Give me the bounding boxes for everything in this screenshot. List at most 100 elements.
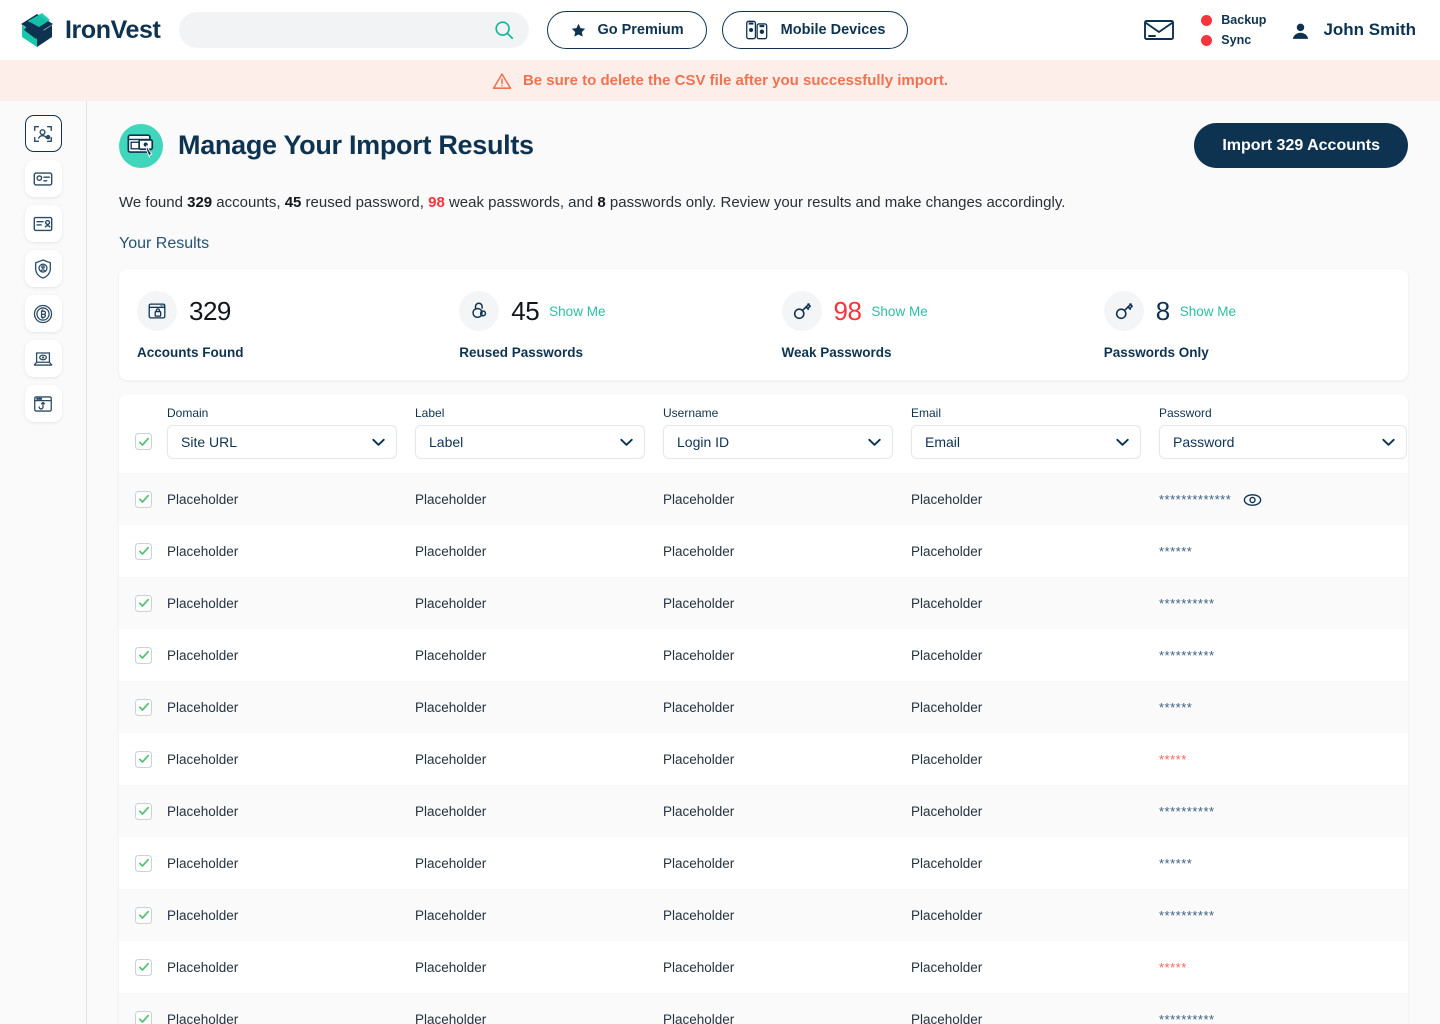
summary-prefix: We found (119, 194, 188, 211)
row-checkbox[interactable] (135, 646, 152, 664)
row-checkbox[interactable] (135, 542, 152, 560)
sidebar-item-monitoring[interactable] (24, 340, 62, 377)
stat-show-me-link[interactable]: Show Me (1180, 304, 1236, 319)
table-row[interactable]: Placeholder Placeholder Placeholder Placeho… (119, 473, 1408, 525)
row-checkbox[interactable] (135, 958, 152, 976)
cell-email: Placeholder (911, 907, 983, 923)
cell-label: Placeholder (415, 595, 487, 611)
cell-label: Placeholder (415, 855, 487, 871)
cell-label: Placeholder (415, 803, 487, 819)
cell-email: Placeholder (911, 855, 983, 871)
cell-username: Placeholder (663, 647, 735, 663)
results-section-label: Your Results (119, 235, 210, 252)
row-checkbox[interactable] (135, 854, 152, 872)
sidebar-item-protection[interactable] (24, 250, 62, 287)
cell-email: Placeholder (911, 595, 983, 611)
stat-label: Weak Passwords (781, 345, 892, 360)
table-row[interactable]: Placeholder Placeholder Placeholder Placeho… (119, 837, 1408, 889)
cell-label: Placeholder (415, 699, 487, 715)
password-mask: ********** (1159, 907, 1215, 923)
cell-username: Placeholder (663, 1011, 735, 1024)
select-all-checkbox[interactable] (135, 433, 152, 450)
stat-value: 98 (833, 295, 862, 326)
status-dot-icon (1201, 14, 1213, 26)
table-row[interactable]: Placeholder Placeholder Placeholder Placeho… (119, 993, 1408, 1024)
table-row[interactable]: Placeholder Placeholder Placeholder Placeho… (119, 889, 1408, 941)
row-checkbox-cell (135, 594, 167, 612)
password-mapping-select[interactable]: Password (1159, 425, 1407, 459)
row-checkbox-cell (135, 490, 167, 508)
browser-phishing-icon (32, 393, 54, 415)
go-premium-button[interactable]: Go Premium (547, 11, 707, 49)
cell-domain: Placeholder (167, 959, 239, 975)
row-checkbox-cell (135, 906, 167, 924)
sidebar-item-crypto[interactable] (24, 295, 62, 332)
table-row[interactable]: Placeholder Placeholder Placeholder Placeho… (119, 733, 1408, 785)
cell-label: Placeholder (415, 491, 487, 507)
table-row[interactable]: Placeholder Placeholder Placeholder Placeho… (119, 629, 1408, 681)
row-checkbox[interactable] (135, 750, 152, 768)
password-mask: ********** (1159, 647, 1215, 663)
search-input[interactable] (197, 22, 494, 38)
domain-mapping-select[interactable]: Site URL (167, 425, 397, 459)
row-checkbox-cell (135, 1010, 167, 1024)
table-row[interactable]: Placeholder Placeholder Placeholder Placeho… (119, 577, 1408, 629)
row-checkbox[interactable] (135, 698, 152, 716)
table-row[interactable]: Placeholder Placeholder Placeholder Placeho… (119, 785, 1408, 837)
mail-icon[interactable] (1143, 18, 1175, 42)
summary-mid1: accounts, (212, 194, 285, 211)
table-body: Placeholder Placeholder Placeholder Placeho… (119, 473, 1408, 1024)
cell-password: ****** (1159, 544, 1407, 559)
row-checkbox[interactable] (135, 490, 152, 508)
summary-suffix: passwords only. Review your results and … (605, 194, 1066, 211)
sidebar-item-phishing[interactable] (24, 385, 62, 422)
sidebar-item-cards[interactable] (24, 160, 62, 197)
stat-label: Passwords Only (1103, 345, 1209, 360)
cell-domain: Placeholder (167, 855, 239, 871)
table-row[interactable]: Placeholder Placeholder Placeholder Placeho… (119, 941, 1408, 993)
ironvest-logo-icon (18, 11, 56, 49)
cell-domain: Placeholder (167, 543, 239, 559)
status-sync[interactable]: Sync (1201, 33, 1266, 47)
stat-show-me-link[interactable]: Show Me (871, 304, 927, 319)
row-checkbox[interactable] (135, 802, 152, 820)
row-checkbox[interactable] (135, 594, 152, 612)
table-row[interactable]: Placeholder Placeholder Placeholder Placeho… (119, 525, 1408, 577)
chevron-down-icon (620, 438, 633, 447)
row-checkbox[interactable] (135, 906, 152, 924)
import-accounts-button[interactable]: Import 329 Accounts (1194, 123, 1408, 168)
search-bar[interactable] (179, 12, 530, 48)
password-mapping-value: Password (1173, 434, 1235, 450)
email-mapping-select[interactable]: Email (911, 425, 1141, 459)
cell-label: Placeholder (415, 1011, 487, 1024)
chevron-down-icon (868, 438, 881, 447)
label-mapping-select[interactable]: Label (415, 425, 645, 459)
sidebar-item-identities[interactable] (24, 205, 62, 242)
table-row[interactable]: Placeholder Placeholder Placeholder Placeho… (119, 681, 1408, 733)
mobile-devices-button[interactable]: Mobile Devices (721, 11, 909, 49)
cell-username: Placeholder (663, 491, 735, 507)
stat-show-me-link[interactable]: Show Me (549, 304, 605, 319)
username-mapping-value: Login ID (677, 434, 730, 450)
reveal-password-eye-icon[interactable] (1243, 493, 1262, 507)
mobile-devices-icon (745, 19, 771, 41)
sidebar-item-identity[interactable] (24, 115, 62, 152)
status-backup[interactable]: Backup (1201, 13, 1266, 27)
row-checkbox-cell (135, 646, 167, 664)
row-checkbox[interactable] (135, 1010, 152, 1024)
brand[interactable]: IronVest (18, 11, 161, 49)
row-checkbox-cell (135, 958, 167, 976)
cell-username: Placeholder (663, 959, 735, 975)
password-mask: ********** (1159, 595, 1215, 611)
bitcoin-coin-icon (32, 303, 54, 325)
username-mapping-select[interactable]: Login ID (663, 425, 893, 459)
cell-username: Placeholder (663, 699, 735, 715)
stat-accounts-found: 329 Accounts Found (119, 291, 441, 360)
cell-password: ********** (1159, 1012, 1407, 1024)
search-icon[interactable] (493, 19, 515, 41)
page-title: Manage Your Import Results (178, 130, 534, 160)
cell-username: Placeholder (663, 751, 735, 767)
user-menu[interactable]: John Smith (1288, 18, 1416, 43)
summary-reused-count: 45 (284, 194, 302, 211)
cell-password: ********** (1159, 648, 1407, 663)
